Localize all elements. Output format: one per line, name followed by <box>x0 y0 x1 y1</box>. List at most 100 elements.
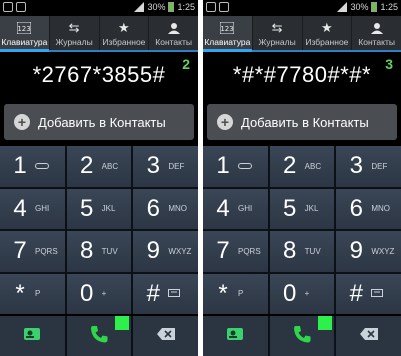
add-to-contacts-label: Добавить в Контакты <box>38 114 166 130</box>
call-button[interactable] <box>66 316 132 356</box>
key-9[interactable]: 9 WXYZ <box>133 231 198 272</box>
key-letters: TUV <box>101 246 118 256</box>
add-to-contacts-label: Добавить в Контакты <box>241 114 369 130</box>
key-hash[interactable]: # <box>336 273 401 314</box>
battery-icon <box>371 2 378 12</box>
key-5[interactable]: 5 JKL <box>269 188 335 229</box>
clock: 1:25 <box>380 2 398 12</box>
key-digit: 7 <box>216 237 230 265</box>
key-4[interactable]: 4 GHI <box>0 188 65 229</box>
key-1[interactable]: 1 <box>0 146 65 187</box>
tab-keypad[interactable]: 123 Клавиатура <box>203 16 253 52</box>
key-digit: 1 <box>216 152 230 180</box>
key-digit: 2 <box>282 152 297 180</box>
clock: 1:25 <box>177 2 195 12</box>
key-9[interactable]: 9 WXYZ <box>336 231 401 272</box>
key-8[interactable]: 8 TUV <box>269 231 335 272</box>
key-digit: 5 <box>282 194 297 222</box>
key-digit: 6 <box>146 194 160 222</box>
add-contact-button[interactable] <box>203 316 268 356</box>
dial-bottom-bar <box>0 316 198 356</box>
green-square-marker <box>115 316 130 330</box>
key-letters: JKL <box>101 204 116 214</box>
svg-text:123: 123 <box>18 25 31 33</box>
tab-favorites[interactable]: ★ Избранное <box>100 16 150 50</box>
key-star[interactable]: * P <box>0 273 65 314</box>
tab-bar: 123 Клавиатура ⇆ Журналы ★ Избранное Кон… <box>0 16 198 52</box>
key-digit: * <box>15 279 25 307</box>
key-letters: PQRS <box>238 246 261 256</box>
key-digit: 0 <box>79 279 94 307</box>
contacts-icon <box>166 21 182 35</box>
star-icon: ★ <box>118 20 130 35</box>
keypad: 1 2 ABC 3 DEF 4 GHI 5 JKL 6 MNO 7 PQRS 8 TUV 9W… <box>0 146 198 314</box>
star-icon: ★ <box>321 20 333 35</box>
key-0[interactable]: 0 + <box>269 273 335 314</box>
tab-label: Журналы <box>55 37 93 47</box>
key-letters: GHI <box>238 204 253 214</box>
backspace-button[interactable] <box>336 316 401 356</box>
status-bar: 30% 1:25 <box>0 0 198 16</box>
backspace-button[interactable] <box>133 316 198 356</box>
tab-label: Избранное <box>305 37 349 47</box>
tab-label: Журналы <box>258 37 296 47</box>
key-letters: P <box>238 289 244 299</box>
backspace-icon <box>156 327 175 345</box>
key-letters: MNO <box>371 204 390 214</box>
key-letters: DEF <box>168 161 185 171</box>
key-8[interactable]: 8 TUV <box>66 231 132 272</box>
tab-label: Избранное <box>102 37 146 47</box>
key-4[interactable]: 4 GHI <box>203 188 268 229</box>
call-button[interactable] <box>269 316 335 356</box>
key-letters: MNO <box>168 204 187 214</box>
key-2[interactable]: 2 ABC <box>269 146 335 187</box>
key-letters <box>168 288 181 299</box>
panel-number-label: 3 <box>385 56 393 72</box>
key-hash[interactable]: # <box>133 273 198 314</box>
status-bar: 30% 1:25 <box>203 0 401 16</box>
tab-label: Клавиатура <box>204 37 251 47</box>
usb-icon <box>219 2 229 12</box>
battery-icon <box>168 2 175 12</box>
keypad-icon: 123 <box>16 21 32 35</box>
voicemail-icon <box>35 163 49 170</box>
key-digit: 1 <box>13 152 27 180</box>
key-6[interactable]: 6 MNO <box>133 188 198 229</box>
key-7[interactable]: 7 PQRS <box>203 231 268 272</box>
key-6[interactable]: 6 MNO <box>336 188 401 229</box>
notification-icon <box>206 2 216 12</box>
tab-favorites[interactable]: ★ Избранное <box>303 16 353 50</box>
key-5[interactable]: 5 JKL <box>66 188 132 229</box>
key-0[interactable]: 0 + <box>66 273 132 314</box>
key-letters: GHI <box>35 204 50 214</box>
dialed-number[interactable]: *#*#7780#*#* <box>203 52 401 102</box>
key-3[interactable]: 3 DEF <box>133 146 198 187</box>
dialed-number[interactable]: *2767*3855# <box>0 52 198 102</box>
plus-icon: + <box>14 114 30 130</box>
tab-contacts[interactable]: Контакты <box>352 16 401 50</box>
add-to-contacts-button[interactable]: + Добавить в Контакты <box>207 104 397 140</box>
battery-percent: 30% <box>350 2 369 12</box>
tab-contacts[interactable]: Контакты <box>149 16 198 50</box>
key-letters: ABC <box>101 161 119 171</box>
tab-logs[interactable]: ⇆ Журналы <box>50 16 100 50</box>
phone-icon <box>88 323 110 350</box>
signal-icon <box>337 2 348 12</box>
key-2[interactable]: 2 ABC <box>66 146 132 187</box>
tab-keypad[interactable]: 123 Клавиатура <box>0 16 50 52</box>
add-contact-button[interactable] <box>0 316 65 356</box>
key-star[interactable]: * P <box>203 273 268 314</box>
key-7[interactable]: 7 PQRS <box>0 231 65 272</box>
key-3[interactable]: 3 DEF <box>336 146 401 187</box>
key-letters: TUV <box>304 246 321 256</box>
key-digit: * <box>218 279 228 307</box>
add-to-contacts-button[interactable]: + Добавить в Контакты <box>4 104 194 140</box>
key-digit: # <box>146 279 160 307</box>
notification-icon <box>3 2 13 12</box>
key-digit: 9 <box>349 237 363 265</box>
tab-bar: 123 Клавиатура ⇆ Журналы ★ Избранное Кон… <box>203 16 401 52</box>
tab-logs[interactable]: ⇆ Журналы <box>253 16 303 50</box>
phone-icon <box>291 323 313 350</box>
contact-card-icon <box>225 326 245 347</box>
key-1[interactable]: 1 <box>203 146 268 187</box>
